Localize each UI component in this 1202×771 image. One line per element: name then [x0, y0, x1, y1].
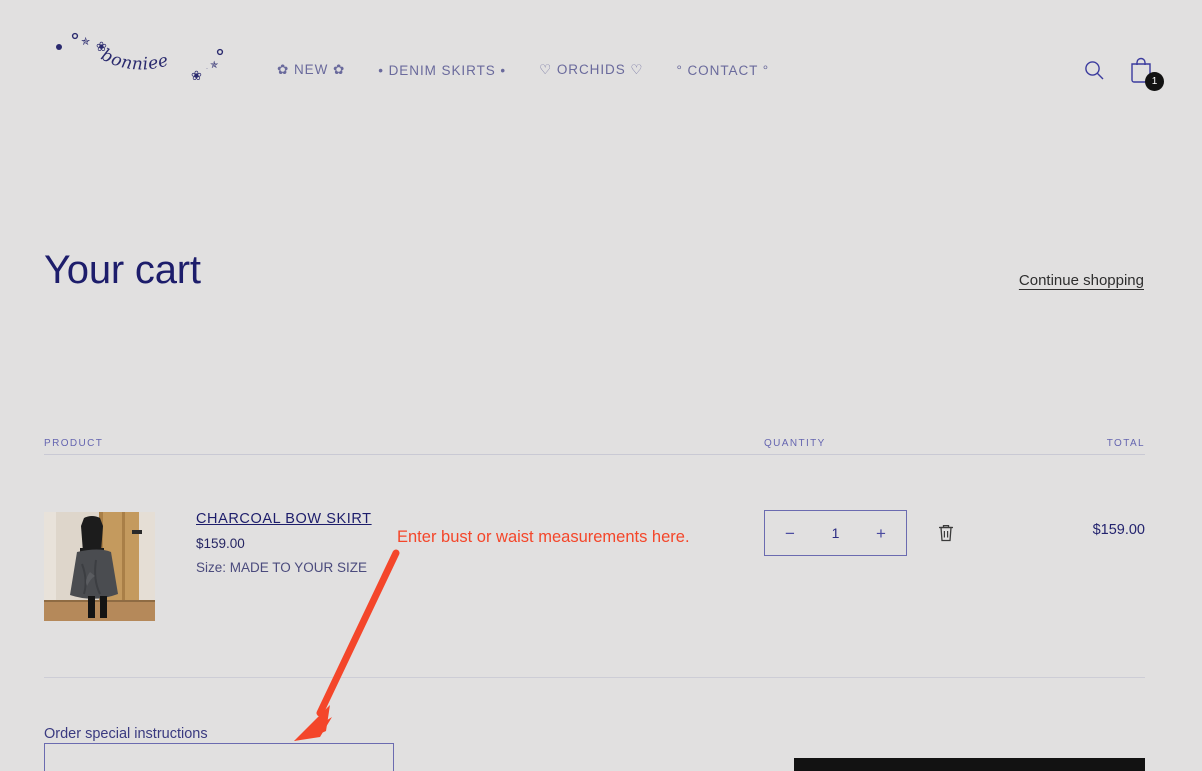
cart-line-item: CHARCOAL BOW SKIRT $159.00 Size: MADE TO…: [44, 500, 1145, 678]
continue-shopping-link[interactable]: Continue shopping: [1019, 272, 1144, 293]
cart-table-header: PRODUCT QUANTITY TOTAL: [44, 438, 1145, 455]
svg-text:❀: ❀: [191, 69, 202, 84]
main-navigation: ✿ NEW ✿ • DENIM SKIRTS • ♡ ORCHIDS ♡ ° C…: [277, 62, 802, 78]
trash-icon: [939, 524, 953, 542]
cart-button[interactable]: 1: [1128, 56, 1164, 91]
product-thumbnail[interactable]: [44, 512, 155, 621]
svg-text:✯: ✯: [210, 60, 219, 71]
svg-text:bonniee: bonniee: [98, 45, 171, 75]
checkout-button[interactable]: Check out: [794, 758, 1145, 771]
product-title-link[interactable]: CHARCOAL BOW SKIRT: [196, 511, 372, 527]
quantity-increase-button[interactable]: +: [868, 518, 894, 548]
cart-header-row: Your cart Continue shopping: [44, 248, 1144, 293]
remove-item-button[interactable]: [933, 519, 959, 547]
cart-count-badge: 1: [1145, 72, 1164, 91]
quantity-stepper[interactable]: − 1 +: [764, 510, 907, 556]
nav-item-denim-skirts[interactable]: • DENIM SKIRTS •: [378, 63, 506, 78]
column-header-total: TOTAL: [1106, 438, 1145, 449]
quantity-controls: − 1 +: [764, 510, 959, 556]
page-title: Your cart: [44, 248, 201, 292]
annotation-text: Enter bust or waist measurements here.: [397, 528, 690, 546]
cart-page: bonniee ✯ · ❀ ❀ · ✯ ✿ NEW ✿ • DENIM SKIR…: [0, 0, 1202, 771]
header-actions: 1: [1082, 56, 1164, 91]
product-variant: Size: MADE TO YOUR SIZE: [196, 560, 368, 575]
search-button[interactable]: [1082, 58, 1106, 82]
svg-text:❀: ❀: [96, 40, 107, 55]
nav-item-new[interactable]: ✿ NEW ✿: [277, 62, 345, 78]
special-instructions-block: Order special instructions: [44, 725, 394, 771]
quantity-value[interactable]: 1: [832, 525, 840, 541]
line-item-total: $159.00: [1092, 522, 1145, 538]
product-image: [44, 512, 155, 621]
column-header-quantity: QUANTITY: [764, 438, 826, 449]
product-details: CHARCOAL BOW SKIRT $159.00 Size: MADE TO…: [196, 511, 372, 575]
nav-item-orchids[interactable]: ♡ ORCHIDS ♡: [539, 62, 643, 78]
search-icon: [1085, 61, 1104, 80]
svg-text:·: ·: [206, 66, 208, 72]
site-header: bonniee ✯ · ❀ ❀ · ✯ ✿ NEW ✿ • DENIM SKIR…: [0, 0, 1202, 110]
quantity-decrease-button[interactable]: −: [777, 518, 803, 548]
logo-graphic: bonniee ✯ · ❀ ❀ · ✯: [56, 32, 237, 84]
nav-item-contact[interactable]: ° CONTACT °: [676, 63, 769, 78]
product-unit-price: $159.00: [196, 536, 245, 551]
checkout-actions: Check out shop Pay: [794, 758, 1145, 771]
special-instructions-label: Order special instructions: [44, 726, 208, 742]
site-logo[interactable]: bonniee ✯ · ❀ ❀ · ✯: [48, 10, 237, 90]
special-instructions-input[interactable]: [44, 743, 394, 771]
column-header-product: PRODUCT: [44, 438, 104, 449]
